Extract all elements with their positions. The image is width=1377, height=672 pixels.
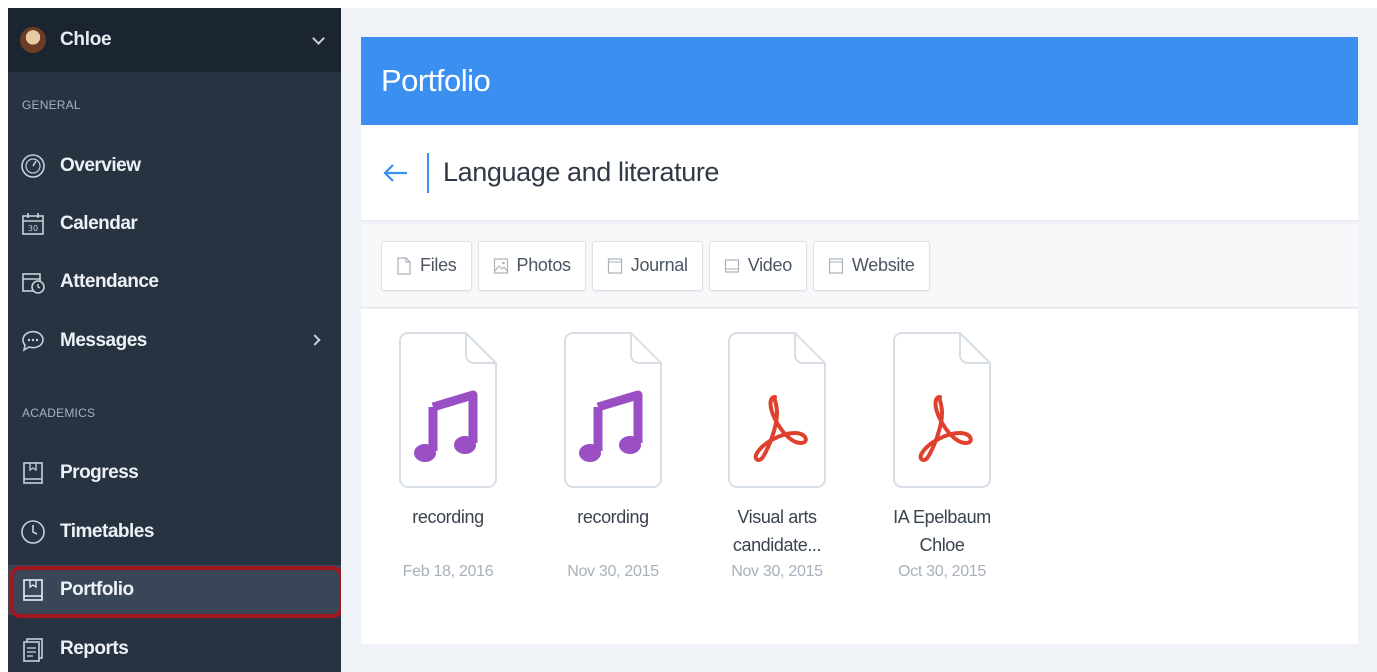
file-card[interactable]: recording Feb 18, 2016 xyxy=(378,331,518,581)
attendance-calendar-clock-icon xyxy=(20,269,46,295)
file-card[interactable]: IA Epelbaum Chloe Oct 30, 2015 xyxy=(872,331,1012,581)
user-name: Chloe xyxy=(60,29,112,50)
tab-files[interactable]: Files xyxy=(381,240,472,291)
file-date: Feb 18, 2016 xyxy=(402,563,494,580)
sidebar-item-label: Attendance xyxy=(60,271,159,292)
file-date: Nov 30, 2015 xyxy=(567,563,659,580)
pdf-file-icon xyxy=(893,332,991,488)
sidebar-item-calendar[interactable]: 30 Calendar xyxy=(8,199,341,249)
main-content: Portfolio Language and literature Files … xyxy=(341,8,1377,672)
page-title: Portfolio xyxy=(381,63,491,98)
section-label-academics: ACADEMICS xyxy=(22,406,96,420)
sidebar: Chloe GENERAL Overview 30 Calendar Atten… xyxy=(8,8,343,672)
breadcrumb: Language and literature xyxy=(361,125,1358,221)
avatar xyxy=(20,27,46,53)
sidebar-item-label: Portfolio xyxy=(60,579,134,600)
tab-label: Video xyxy=(747,255,793,275)
tab-photos[interactable]: Photos xyxy=(477,240,586,291)
file-name-line1: Visual arts xyxy=(737,507,817,527)
calendar-icon: 30 xyxy=(20,211,46,237)
sidebar-item-attendance[interactable]: Attendance xyxy=(8,257,341,307)
audio-file-icon xyxy=(564,332,662,488)
sidebar-item-label: Calendar xyxy=(60,213,138,234)
chevron-right-icon xyxy=(309,334,321,346)
progress-book-icon xyxy=(20,460,46,486)
page-header: Portfolio xyxy=(361,37,1358,125)
sidebar-item-reports[interactable]: Reports xyxy=(8,624,341,672)
sidebar-item-label: Overview xyxy=(60,155,141,176)
tab-journal[interactable]: Journal xyxy=(591,240,703,291)
sidebar-item-label: Messages xyxy=(60,330,147,351)
file-card[interactable]: recording Nov 30, 2015 xyxy=(543,331,683,581)
reports-document-icon xyxy=(20,636,46,662)
file-date: Nov 30, 2015 xyxy=(731,563,823,580)
user-menu[interactable]: Chloe xyxy=(8,8,341,72)
file-date: Oct 30, 2015 xyxy=(897,563,987,580)
file-name: recording xyxy=(412,507,484,527)
file-icon xyxy=(397,256,411,275)
sidebar-item-label: Progress xyxy=(60,462,139,483)
clock-icon xyxy=(20,519,46,545)
photo-icon xyxy=(493,257,508,274)
sidebar-item-messages[interactable]: Messages xyxy=(8,316,341,366)
file-card[interactable]: Visual arts candidate... Nov 30, 2015 xyxy=(707,331,847,581)
sidebar-item-portfolio[interactable]: Portfolio xyxy=(8,565,341,615)
website-icon xyxy=(828,257,844,274)
tab-website[interactable]: Website xyxy=(812,240,930,291)
tab-label: Website xyxy=(851,255,915,275)
sidebar-item-progress[interactable]: Progress xyxy=(8,448,341,498)
pdf-file-icon xyxy=(728,332,826,488)
sidebar-item-label: Reports xyxy=(60,638,129,659)
file-name: recording xyxy=(577,507,649,527)
chevron-down-icon[interactable] xyxy=(312,32,325,45)
journal-icon xyxy=(607,257,622,274)
tab-label: Photos xyxy=(516,255,572,275)
back-arrow-icon[interactable] xyxy=(379,157,411,189)
sidebar-item-overview[interactable]: Overview xyxy=(8,141,341,191)
content-type-tabs: Files Photos Journal Video Website xyxy=(361,224,1358,308)
portfolio-book-icon xyxy=(20,577,46,603)
tab-video[interactable]: Video xyxy=(708,240,807,291)
sidebar-item-timetables[interactable]: Timetables xyxy=(8,507,341,557)
messages-bubble-icon xyxy=(20,328,46,354)
overview-gauge-icon xyxy=(20,153,46,179)
breadcrumb-title: Language and literature xyxy=(443,157,720,187)
tab-label: Journal xyxy=(630,255,688,275)
file-name-line1: IA Epelbaum xyxy=(893,507,991,527)
audio-file-icon xyxy=(399,332,497,488)
file-grid: recording Feb 18, 2016 recording Nov 30,… xyxy=(361,309,1358,644)
breadcrumb-separator xyxy=(427,152,429,193)
calendar-badge: 30 xyxy=(28,224,38,233)
video-icon xyxy=(724,258,739,273)
section-label-general: GENERAL xyxy=(22,98,81,112)
sidebar-item-label: Timetables xyxy=(60,521,154,542)
file-name-line2: Chloe xyxy=(919,535,965,555)
file-name-line2: candidate... xyxy=(732,535,822,555)
tab-label: Files xyxy=(420,255,457,275)
